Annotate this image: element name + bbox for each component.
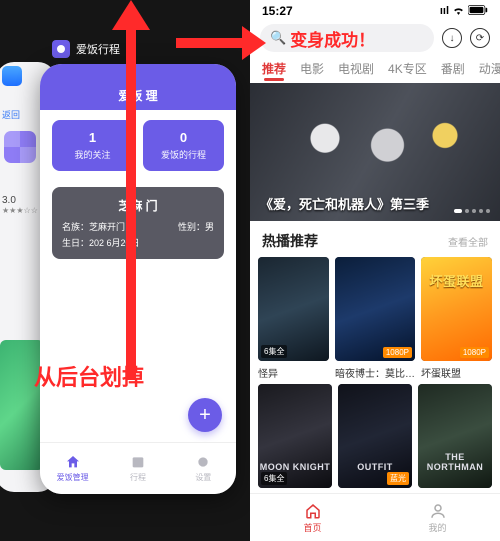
foreground-app-card[interactable]: 爱饭 理 1 我的关注 0 爱饭的行程 芝麻 门 名族：芝麻开门 性别：男 生日：…: [40, 64, 236, 494]
section-title: 热播推荐: [262, 231, 318, 251]
app-header-title: 爱饭 理: [40, 64, 236, 110]
video-title: 暗夜博士：莫比…: [335, 365, 415, 380]
tab-anime[interactable]: 动漫: [479, 60, 500, 77]
video-card[interactable]: THE NORTHMAN: [418, 384, 492, 488]
tab-tv[interactable]: 电视剧: [338, 60, 374, 77]
wifi-icon: [452, 5, 465, 18]
tab-movie[interactable]: 电影: [300, 60, 324, 77]
stat-schedule[interactable]: 0 爱饭的行程: [143, 120, 224, 171]
episode-badge: 6集全: [261, 345, 287, 358]
clock-icon: [4, 131, 36, 163]
video-title: 坏蛋联盟: [421, 365, 492, 380]
stat-following[interactable]: 1 我的关注: [52, 120, 133, 171]
nav-label: 首页: [303, 521, 321, 534]
download-button[interactable]: ↓: [442, 28, 462, 48]
user-icon: [429, 502, 447, 520]
app-icon: [52, 40, 70, 58]
calendar-icon: [130, 454, 146, 470]
quality-badge: 1080P: [383, 347, 412, 358]
nav-home[interactable]: 首页: [250, 494, 375, 541]
category-tabs: 推荐 电影 电视剧 4K专区 番剧 动漫: [250, 58, 500, 83]
tab-drama[interactable]: 番剧: [441, 60, 465, 77]
quality-badge: 1080P: [460, 347, 489, 358]
tab-recommend[interactable]: 推荐: [262, 60, 286, 77]
hero-caption: 《爱，死亡和机器人》第三季: [260, 194, 429, 213]
search-icon: 🔍: [270, 30, 286, 46]
home-icon: [304, 502, 322, 520]
video-card[interactable]: 1080P 暗夜博士：莫比…: [335, 257, 415, 380]
profile-title: 芝麻 门: [62, 197, 214, 214]
status-indicators: ııl: [440, 5, 488, 18]
bottom-tab-bar: 爱饭管理 行程 设置: [40, 442, 236, 494]
stat-label: 我的关注: [56, 148, 129, 161]
tab-schedule[interactable]: 行程: [105, 443, 170, 494]
profile-field: 名族：芝麻开门: [62, 220, 125, 233]
video-card[interactable]: MOON KNIGHT6集全: [258, 384, 332, 488]
poster-text: 坏蛋联盟: [421, 271, 492, 290]
tab-manage[interactable]: 爱饭管理: [40, 443, 105, 494]
poster-text: THE NORTHMAN: [418, 452, 492, 472]
app-name: 爱饭行程: [76, 41, 120, 57]
video-card[interactable]: 坏蛋联盟 1080P 坏蛋联盟: [421, 257, 492, 380]
history-button[interactable]: ⟳: [470, 28, 490, 48]
bottom-nav: 首页 我的: [250, 493, 500, 541]
search-input[interactable]: 🔍 变身成功！: [260, 24, 434, 52]
see-all-link[interactable]: 查看全部: [448, 234, 488, 249]
carousel-dots: [454, 209, 490, 213]
signal-icon: ııl: [440, 5, 449, 17]
add-button[interactable]: +: [188, 398, 222, 432]
tab-label: 设置: [195, 472, 211, 483]
status-bar: 15:27 ııl: [250, 0, 500, 18]
stat-value: 1: [56, 130, 129, 145]
safari-icon: [2, 66, 22, 86]
profile-field: 生日：202 6月20日: [62, 236, 140, 249]
nav-label: 我的: [428, 521, 446, 534]
poster-text: OUTFIT: [338, 462, 412, 472]
annotation-swipe: 从后台划掉: [34, 360, 144, 392]
episode-badge: 6集全: [261, 472, 287, 485]
video-app-screen: 15:27 ııl 🔍 变身成功！ ↓ ⟳ 推荐 电影 电视剧 4K专区 番剧 …: [250, 0, 500, 541]
app-switcher: 返回 3.0 ★★★☆☆ 爱饭行程 爱饭 理 1 我的关注 0: [0, 0, 250, 541]
stat-label: 爱饭的行程: [147, 148, 220, 161]
annotation-success: 变身成功！: [290, 26, 375, 51]
video-card[interactable]: 6集全 怪异: [258, 257, 329, 380]
video-card[interactable]: OUTFIT蓝光: [338, 384, 412, 488]
gear-icon: [195, 454, 211, 470]
quality-badge: 蓝光: [387, 472, 409, 485]
stat-value: 0: [147, 130, 220, 145]
profile-field: 性别：男: [178, 220, 214, 233]
profile-info-card: 芝麻 门 名族：芝麻开门 性别：男 生日：202 6月20日: [52, 187, 224, 259]
app-chip: 爱饭行程: [52, 40, 240, 58]
nav-mine[interactable]: 我的: [375, 494, 500, 541]
tab-label: 行程: [130, 472, 146, 483]
battery-icon: [468, 5, 488, 18]
status-time: 15:27: [262, 4, 293, 18]
tab-label: 爱饭管理: [57, 472, 89, 483]
hero-banner[interactable]: 《爱，死亡和机器人》第三季: [250, 83, 500, 221]
home-icon: [65, 454, 81, 470]
tab-settings[interactable]: 设置: [171, 443, 236, 494]
video-title: 怪异: [258, 365, 329, 380]
tab-4k[interactable]: 4K专区: [388, 60, 427, 77]
poster-text: MOON KNIGHT: [258, 462, 332, 472]
